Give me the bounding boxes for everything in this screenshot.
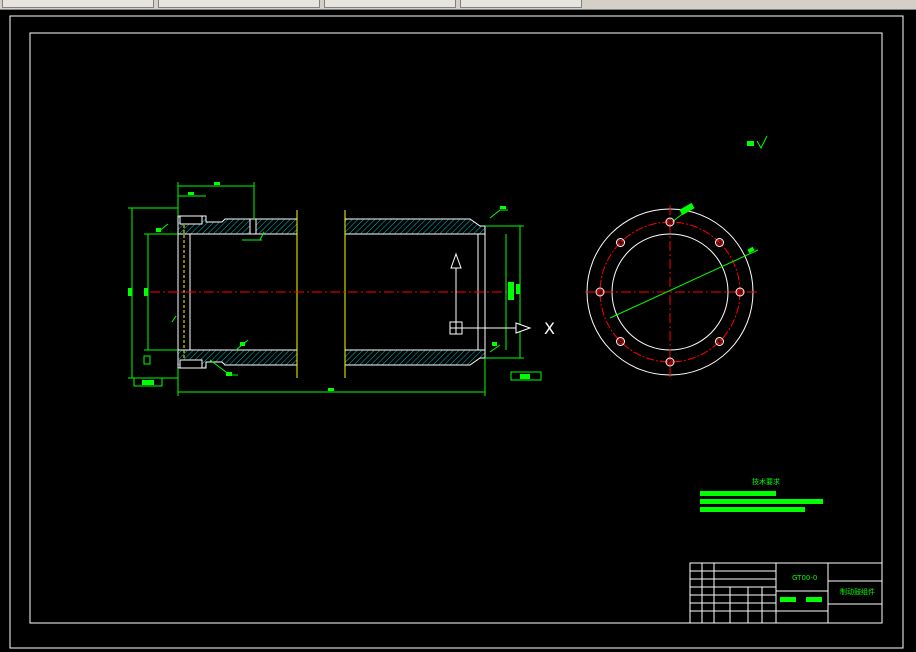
diameter-leader: [609, 249, 759, 319]
bolt-hole-center-6: [617, 239, 624, 246]
bolt-hole-center-2: [716, 338, 723, 345]
tab-2[interactable]: [158, 0, 320, 8]
tab-strip: [0, 0, 916, 10]
tab-1[interactable]: [2, 0, 154, 8]
notes-title: 技术要求: [752, 478, 780, 486]
top-wall-right: [344, 218, 486, 235]
technical-notes: [700, 491, 823, 512]
axis-x-label: X: [544, 319, 555, 338]
tab-4[interactable]: [460, 0, 582, 8]
drawing-number: GT00-0: [792, 574, 818, 582]
pin-hole-top: [249, 218, 257, 235]
bottom-wall-right: [344, 349, 486, 366]
part-name: 制动鼓组件: [840, 588, 875, 596]
surface-finish-symbol: [747, 135, 768, 150]
tab-3[interactable]: [324, 0, 456, 8]
bolt-hole-top: [179, 215, 203, 225]
cad-drawing-canvas[interactable]: X: [0, 10, 916, 652]
bolt-hole-bottom: [179, 359, 203, 369]
end-view: [585, 202, 760, 380]
